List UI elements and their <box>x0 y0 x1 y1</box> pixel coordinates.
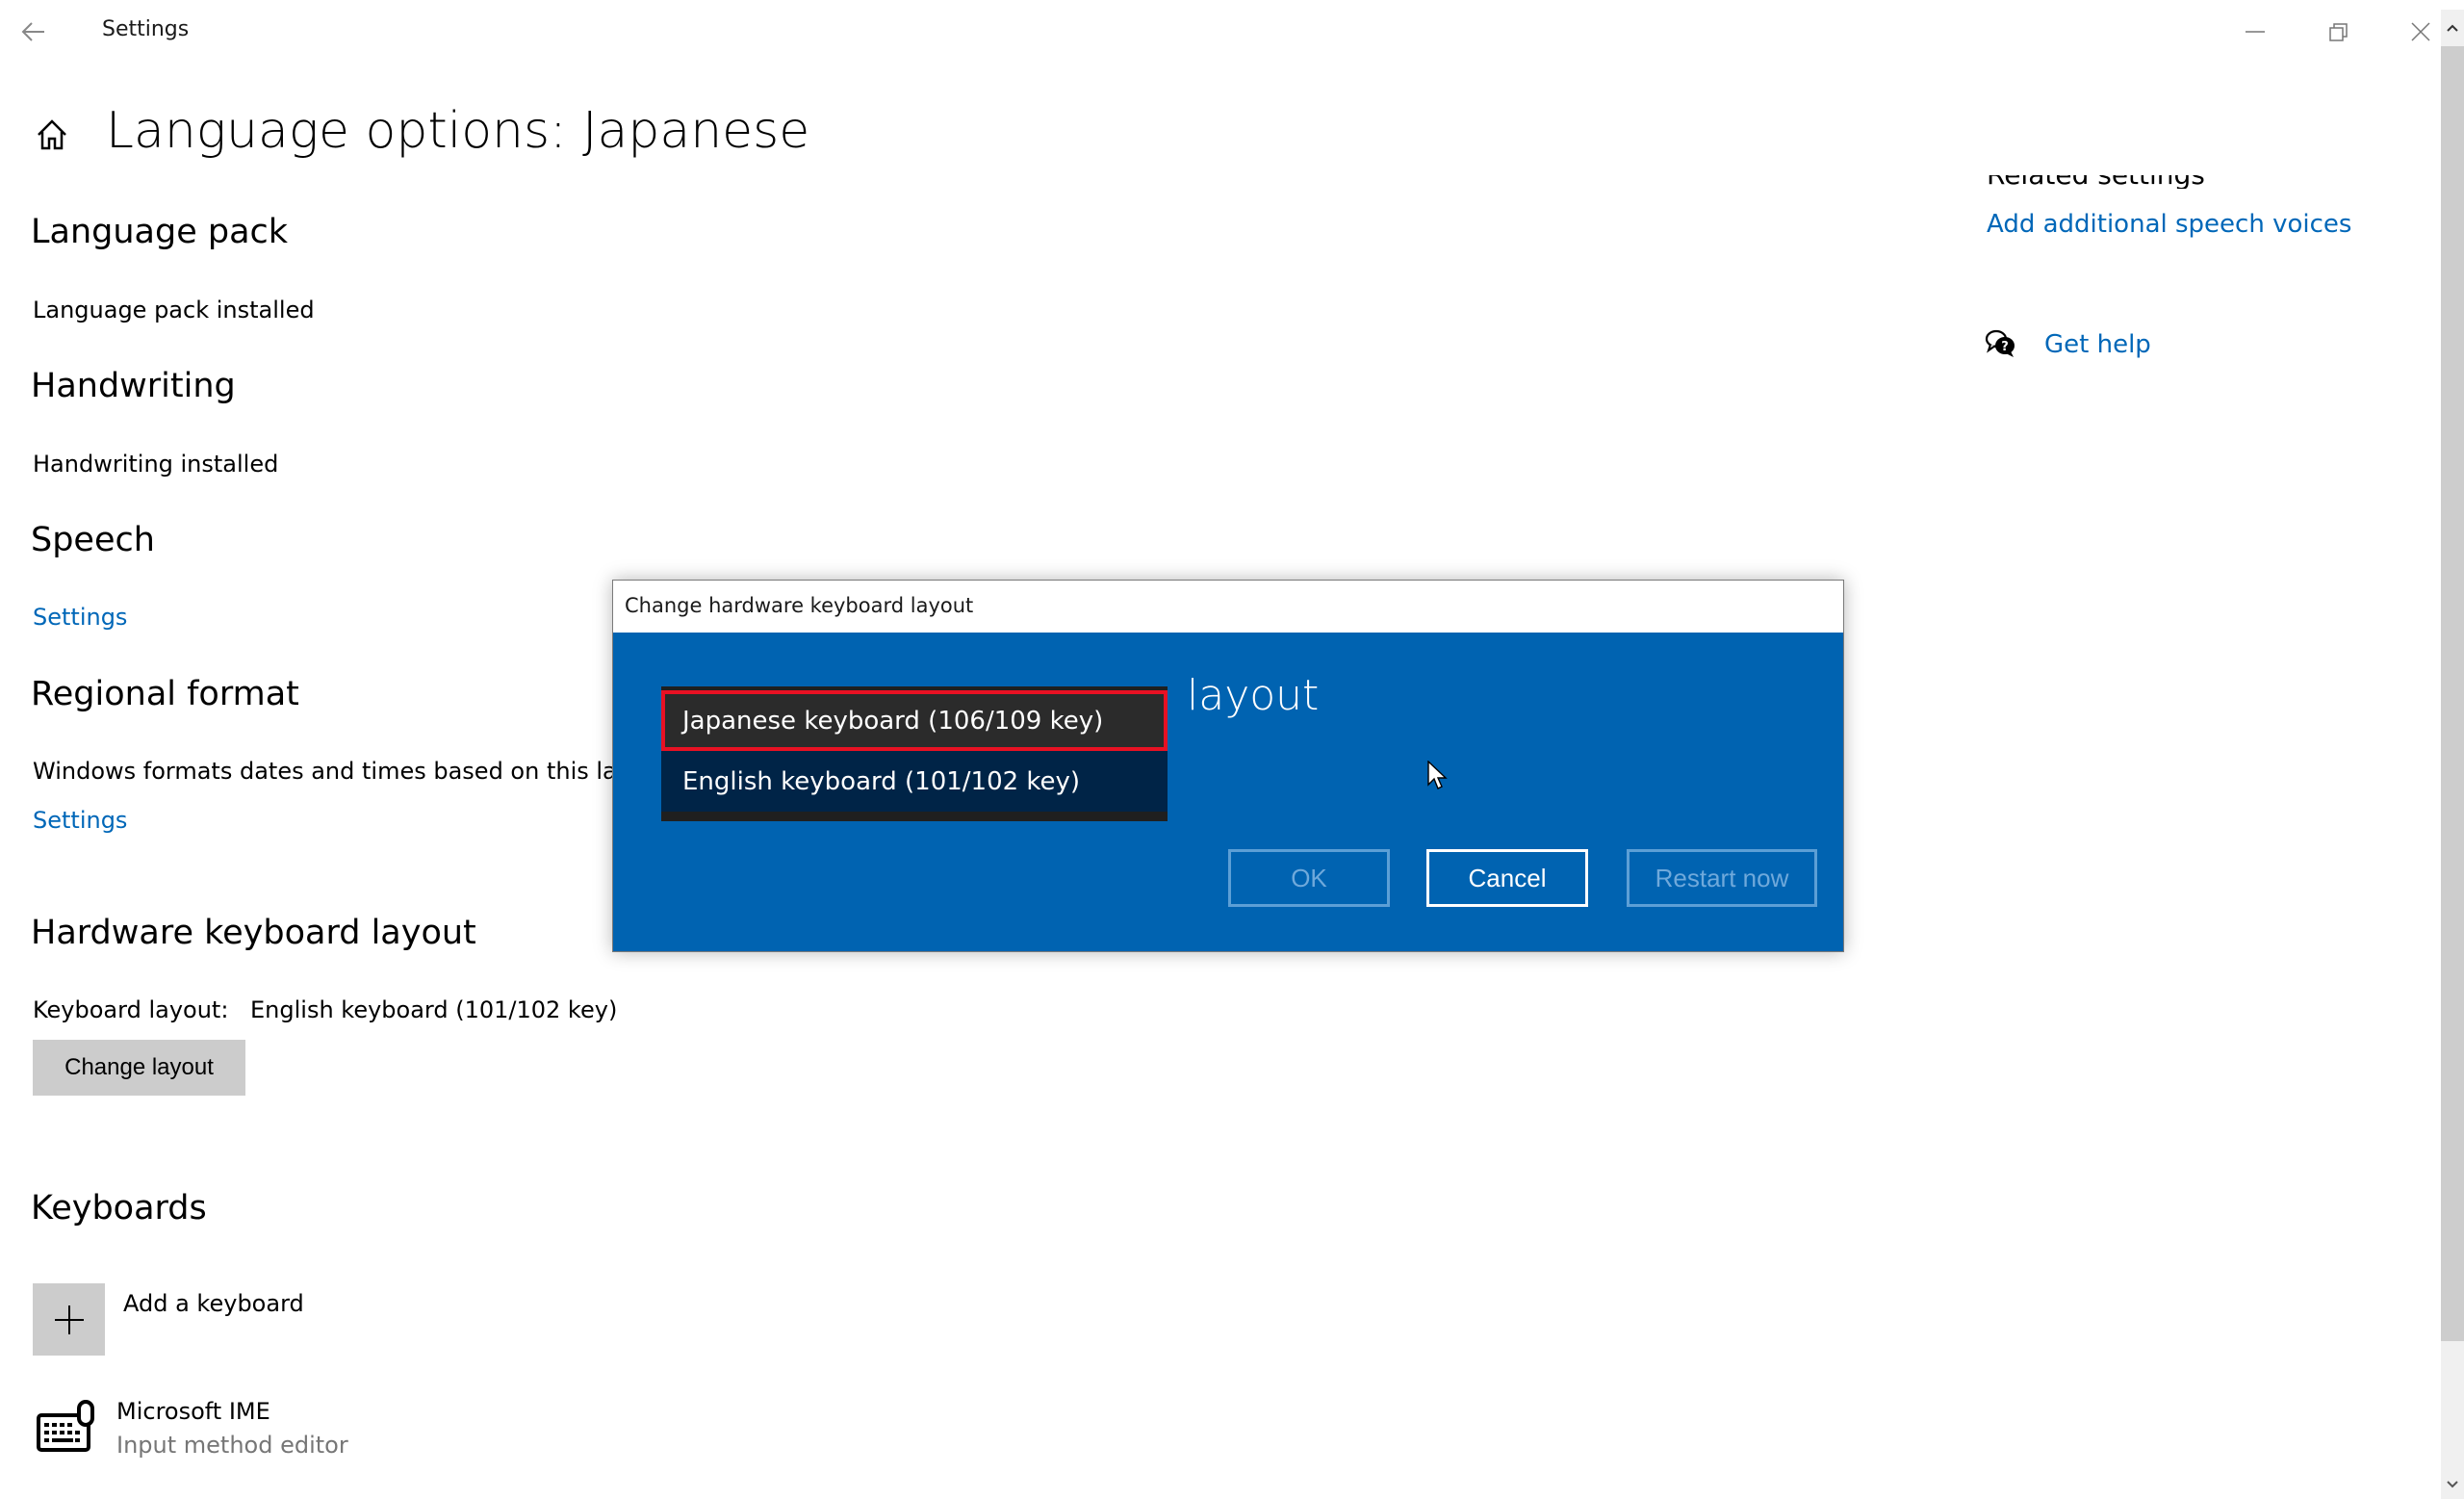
regional-format-heading: Regional format <box>31 675 299 713</box>
dropdown-option-label: English keyboard (101/102 key) <box>682 766 1081 796</box>
hardware-keyboard-heading: Hardware keyboard layout <box>31 914 476 952</box>
keyboards-heading: Keyboards <box>31 1189 207 1228</box>
mouse-cursor-icon <box>1427 760 1449 793</box>
language-pack-heading: Language pack <box>31 213 289 251</box>
scroll-down-button[interactable] <box>2441 1470 2464 1499</box>
home-icon[interactable] <box>33 116 71 154</box>
dialog-title: Change hardware keyboard layout <box>625 594 974 617</box>
add-keyboard-label[interactable]: Add a keyboard <box>123 1292 304 1315</box>
scroll-up-button[interactable] <box>2441 10 2464 46</box>
restart-now-button[interactable]: Restart now <box>1627 849 1817 907</box>
ok-button[interactable]: OK <box>1228 849 1390 907</box>
keyboard-layout-dropdown[interactable]: Japanese keyboard (106/109 key) English … <box>661 686 1168 821</box>
dropdown-option-english[interactable]: English keyboard (101/102 key) <box>661 751 1168 812</box>
chevron-down-icon <box>2447 1481 2458 1488</box>
keyboard-item-subtitle: Input method editor <box>116 1432 348 1459</box>
keyboard-item-name[interactable]: Microsoft IME <box>116 1400 270 1423</box>
handwriting-heading: Handwriting <box>31 367 236 405</box>
get-help-link[interactable]: Get help <box>2044 332 2151 357</box>
svg-text:?: ? <box>2001 340 2009 354</box>
plus-icon <box>54 1305 84 1334</box>
close-button[interactable] <box>2399 10 2443 54</box>
speech-heading: Speech <box>31 521 155 559</box>
change-keyboard-layout-dialog: Change hardware keyboard layout layout J… <box>612 580 1844 952</box>
cancel-button[interactable]: Cancel <box>1426 849 1588 907</box>
dialog-heading: layout <box>1187 671 1320 720</box>
restore-icon <box>2329 23 2348 41</box>
close-icon <box>2411 22 2430 41</box>
add-keyboard-button[interactable] <box>33 1283 105 1356</box>
chevron-up-icon <box>2447 24 2458 32</box>
speech-settings-link[interactable]: Settings <box>33 606 127 629</box>
dropdown-option-label: Japanese keyboard (106/109 key) <box>682 706 1104 736</box>
related-settings-heading: Related settings <box>1987 159 2205 191</box>
change-layout-button[interactable]: Change layout <box>33 1040 245 1096</box>
vertical-scrollbar[interactable] <box>2441 10 2464 1499</box>
minimize-button[interactable] <box>2233 10 2277 54</box>
scroll-thumb[interactable] <box>2441 46 2464 1341</box>
back-arrow-icon[interactable] <box>17 15 50 48</box>
page-title: Language options: Japanese <box>106 102 810 160</box>
keyboard-layout-label: Keyboard layout: <box>33 996 229 1023</box>
app-title: Settings <box>102 17 190 41</box>
restore-button[interactable] <box>2317 10 2361 54</box>
keyboard-layout-value: English keyboard (101/102 key) <box>250 996 618 1023</box>
language-pack-status: Language pack installed <box>33 297 315 323</box>
keyboard-icon <box>35 1398 96 1456</box>
regional-format-description: Windows formats dates and times based on… <box>33 758 631 785</box>
get-help-icon: ? <box>1985 327 2017 360</box>
handwriting-status: Handwriting installed <box>33 451 279 478</box>
regional-format-settings-link[interactable]: Settings <box>33 809 127 832</box>
add-speech-voices-link[interactable]: Add additional speech voices <box>1987 212 2351 237</box>
dropdown-option-japanese[interactable]: Japanese keyboard (106/109 key) <box>661 690 1168 751</box>
minimize-icon <box>2246 31 2265 33</box>
